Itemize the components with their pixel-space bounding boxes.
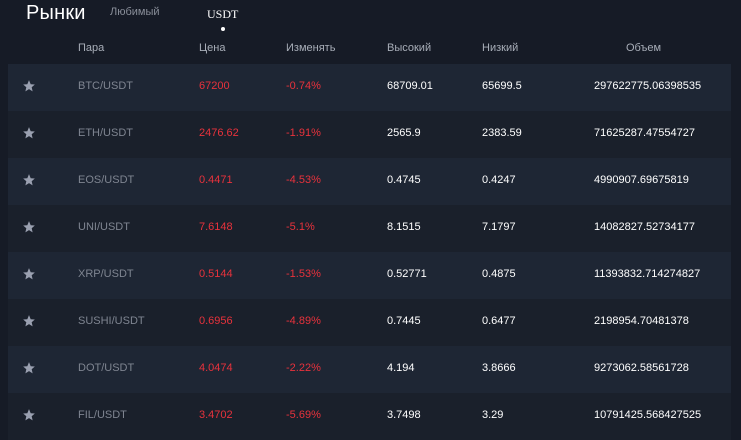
low-cell: 3.8666 bbox=[482, 362, 516, 374]
low-cell: 0.4875 bbox=[482, 268, 516, 280]
star-icon[interactable] bbox=[22, 408, 36, 422]
change-cell: -4.89% bbox=[286, 315, 321, 327]
star-icon[interactable] bbox=[22, 267, 36, 281]
price-cell: 0.6956 bbox=[199, 315, 233, 327]
change-cell: -5.69% bbox=[286, 409, 321, 421]
tab-usdt[interactable]: USDT bbox=[207, 7, 238, 22]
star-icon[interactable] bbox=[22, 314, 36, 328]
active-tab-indicator bbox=[221, 27, 225, 31]
table-row[interactable]: SUSHI/USDT 0.6956 -4.89% 0.7445 0.6477 2… bbox=[8, 299, 731, 346]
pair-cell: FIL/USDT bbox=[78, 409, 127, 421]
star-icon[interactable] bbox=[22, 79, 36, 93]
price-cell: 0.5144 bbox=[199, 268, 233, 280]
volume-cell: 297622775.06398535 bbox=[594, 80, 702, 92]
pair-cell: XRP/USDT bbox=[78, 268, 134, 280]
high-cell: 68709.01 bbox=[387, 80, 433, 92]
volume-cell: 71625287.47554727 bbox=[594, 127, 695, 139]
pair-cell: UNI/USDT bbox=[78, 221, 130, 233]
market-table: BTC/USDT 67200 -0.74% 68709.01 65699.5 2… bbox=[8, 64, 731, 440]
column-header-volume[interactable]: Объем bbox=[626, 42, 661, 54]
pair-cell: BTC/USDT bbox=[78, 80, 133, 92]
table-row[interactable]: EOS/USDT 0.4471 -4.53% 0.4745 0.4247 499… bbox=[8, 158, 731, 205]
price-cell: 3.4702 bbox=[199, 409, 233, 421]
page-title: Рынки bbox=[26, 2, 86, 24]
high-cell: 8.1515 bbox=[387, 221, 421, 233]
high-cell: 0.4745 bbox=[387, 174, 421, 186]
table-header: Пара Цена Изменять Высокий Низкий Объем bbox=[0, 38, 741, 60]
column-header-price[interactable]: Цена bbox=[199, 42, 225, 54]
star-icon[interactable] bbox=[22, 220, 36, 234]
change-cell: -1.53% bbox=[286, 268, 321, 280]
high-cell: 3.7498 bbox=[387, 409, 421, 421]
volume-cell: 10791425.568427525 bbox=[594, 409, 702, 421]
table-row[interactable]: FIL/USDT 3.4702 -5.69% 3.7498 3.29 10791… bbox=[8, 393, 731, 440]
table-row[interactable]: UNI/USDT 7.6148 -5.1% 8.1515 7.1797 1408… bbox=[8, 205, 731, 252]
star-icon[interactable] bbox=[22, 126, 36, 140]
table-row[interactable]: ETH/USDT 2476.62 -1.91% 2565.9 2383.59 7… bbox=[8, 111, 731, 158]
high-cell: 0.7445 bbox=[387, 315, 421, 327]
change-cell: -0.74% bbox=[286, 80, 321, 92]
star-icon[interactable] bbox=[22, 361, 36, 375]
price-cell: 7.6148 bbox=[199, 221, 233, 233]
high-cell: 0.52771 bbox=[387, 268, 427, 280]
change-cell: -4.53% bbox=[286, 174, 321, 186]
table-row[interactable]: DOT/USDT 4.0474 -2.22% 4.194 3.8666 9273… bbox=[8, 346, 731, 393]
volume-cell: 2198954.70481378 bbox=[594, 315, 689, 327]
low-cell: 2383.59 bbox=[482, 127, 522, 139]
low-cell: 7.1797 bbox=[482, 221, 516, 233]
volume-cell: 4990907.69675819 bbox=[594, 174, 689, 186]
price-cell: 67200 bbox=[199, 80, 230, 92]
low-cell: 65699.5 bbox=[482, 80, 522, 92]
change-cell: -2.22% bbox=[286, 362, 321, 374]
volume-cell: 14082827.52734177 bbox=[594, 221, 695, 233]
table-row[interactable]: BTC/USDT 67200 -0.74% 68709.01 65699.5 2… bbox=[8, 64, 731, 111]
price-cell: 2476.62 bbox=[199, 127, 239, 139]
pair-cell: SUSHI/USDT bbox=[78, 315, 145, 327]
column-header-low[interactable]: Низкий bbox=[482, 42, 518, 54]
tab-favorites[interactable]: Любимый bbox=[110, 6, 160, 18]
star-icon[interactable] bbox=[22, 173, 36, 187]
price-cell: 0.4471 bbox=[199, 174, 233, 186]
low-cell: 0.6477 bbox=[482, 315, 516, 327]
low-cell: 3.29 bbox=[482, 409, 504, 421]
column-header-high[interactable]: Высокий bbox=[387, 42, 431, 54]
column-header-pair[interactable]: Пара bbox=[78, 42, 104, 54]
volume-cell: 9273062.58561728 bbox=[594, 362, 689, 374]
pair-cell: EOS/USDT bbox=[78, 174, 135, 186]
change-cell: -5.1% bbox=[286, 221, 315, 233]
table-row[interactable]: XRP/USDT 0.5144 -1.53% 0.52771 0.4875 11… bbox=[8, 252, 731, 299]
pair-cell: DOT/USDT bbox=[78, 362, 135, 374]
low-cell: 0.4247 bbox=[482, 174, 516, 186]
volume-cell: 11393832.714274827 bbox=[594, 268, 701, 280]
high-cell: 2565.9 bbox=[387, 127, 421, 139]
column-header-change[interactable]: Изменять bbox=[286, 42, 335, 54]
price-cell: 4.0474 bbox=[199, 362, 233, 374]
high-cell: 4.194 bbox=[387, 362, 415, 374]
change-cell: -1.91% bbox=[286, 127, 321, 139]
pair-cell: ETH/USDT bbox=[78, 127, 133, 139]
